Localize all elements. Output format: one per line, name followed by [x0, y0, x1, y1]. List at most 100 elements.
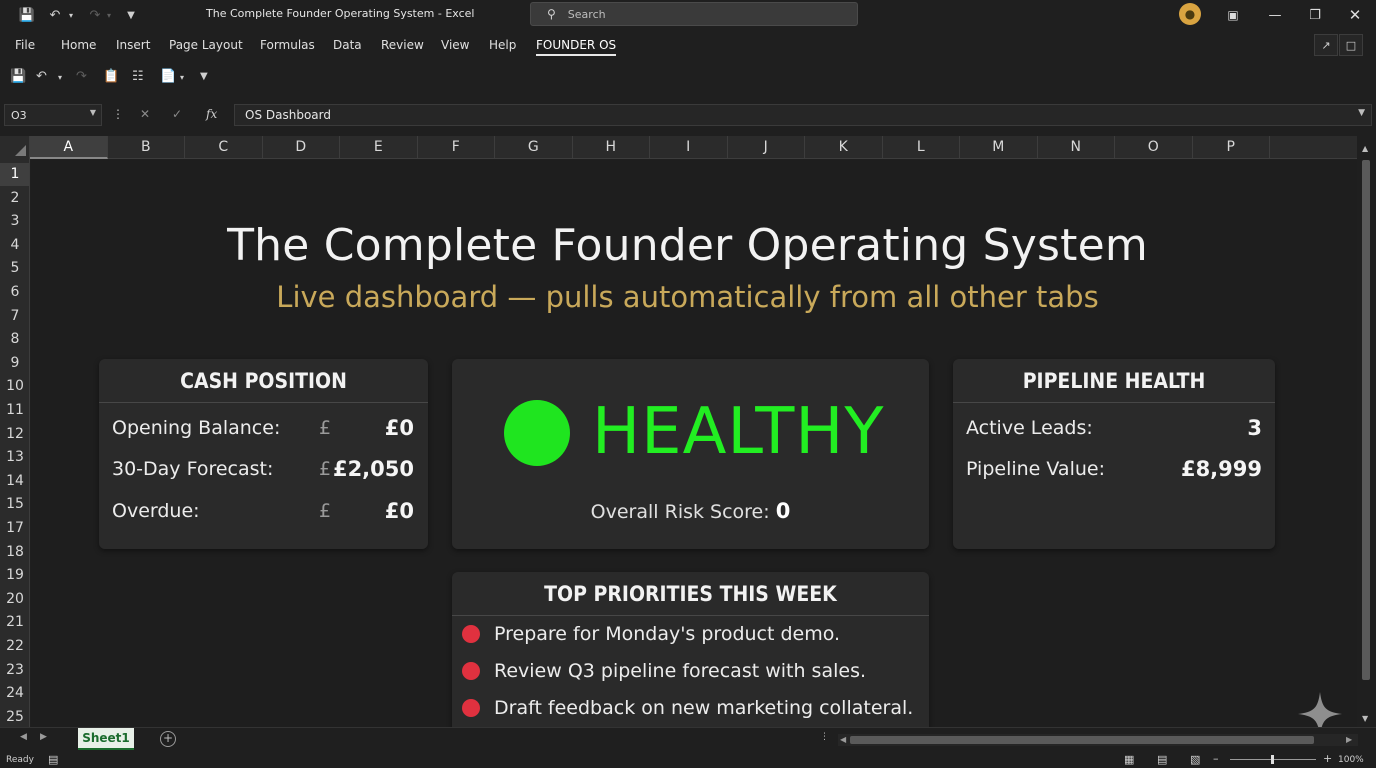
tab-formulas[interactable]: Formulas — [260, 38, 315, 52]
row-header-2[interactable]: 2 — [0, 187, 29, 210]
undo-dropdown-icon[interactable]: ▾ — [66, 0, 76, 30]
select-all-button[interactable] — [0, 136, 30, 159]
row-header-3[interactable]: 3 — [0, 210, 29, 233]
tab-insert[interactable]: Insert — [116, 38, 150, 52]
row-header-11[interactable]: 11 — [0, 399, 29, 422]
search-box[interactable]: ⚲ Search — [530, 2, 858, 26]
row-header-20[interactable]: 20 — [0, 588, 29, 611]
scroll-right-icon[interactable]: ▶ — [1346, 735, 1352, 744]
undo-dropdown-icon[interactable]: ▾ — [58, 73, 62, 82]
undo-icon[interactable]: ↶ — [36, 69, 47, 84]
row-header-13[interactable]: 13 — [0, 446, 29, 469]
row-header-25[interactable]: 25 — [0, 706, 29, 727]
name-box[interactable]: O3 ▼ — [4, 104, 102, 126]
row-header-4[interactable]: 4 — [0, 234, 29, 257]
customize-toolbar-icon[interactable]: ▼ — [200, 71, 208, 82]
row-header-10[interactable]: 10 — [0, 375, 29, 398]
save-icon[interactable]: 💾 — [18, 0, 36, 30]
page-break-view-icon[interactable]: ▧ — [1190, 753, 1200, 766]
tab-file[interactable]: File — [15, 38, 35, 52]
sheet-canvas[interactable]: The Complete Founder Operating System Li… — [31, 160, 1357, 727]
row-header-12[interactable]: 12 — [0, 423, 29, 446]
redo-icon[interactable]: ↷ — [76, 69, 87, 84]
tab-home[interactable]: Home — [61, 38, 96, 52]
column-header-i[interactable]: I — [650, 136, 728, 159]
column-header-o[interactable]: O — [1115, 136, 1193, 159]
formula-input[interactable]: OS Dashboard ▼ — [234, 104, 1372, 126]
zoom-in-icon[interactable]: + — [1323, 752, 1332, 765]
row-header-14[interactable]: 14 — [0, 470, 29, 493]
chevron-down-icon[interactable]: ▼ — [90, 108, 96, 117]
row-header-5[interactable]: 5 — [0, 257, 29, 280]
customize-toolbar-icon[interactable]: ▼ — [124, 0, 138, 30]
zoom-slider-thumb[interactable] — [1271, 755, 1274, 764]
column-header-h[interactable]: H — [573, 136, 650, 159]
tab-splitter-icon[interactable]: ⋮ — [820, 732, 829, 742]
zoom-level[interactable]: 100% — [1338, 755, 1364, 765]
column-header-m[interactable]: M — [960, 136, 1038, 159]
row-header-1[interactable]: 1 — [0, 163, 29, 186]
enter-icon[interactable]: ✓ — [172, 107, 182, 121]
redo-dropdown-icon[interactable]: ▾ — [104, 0, 114, 30]
sheet-tab-sheet1[interactable]: Sheet1 — [78, 728, 134, 750]
column-header-a[interactable]: A — [30, 136, 108, 159]
normal-view-icon[interactable]: ▦ — [1124, 753, 1134, 766]
form-icon[interactable]: ☷ — [132, 69, 144, 84]
paste-icon[interactable]: 📋 — [103, 69, 119, 84]
column-header-k[interactable]: K — [805, 136, 883, 159]
close-button[interactable]: ✕ — [1332, 0, 1376, 30]
row-header-8[interactable]: 8 — [0, 328, 29, 351]
share-icon[interactable]: ↗ — [1314, 34, 1338, 56]
page-layout-view-icon[interactable]: ▤ — [1157, 753, 1167, 766]
scroll-up-icon[interactable]: ▲ — [1362, 144, 1368, 153]
tab-data[interactable]: Data — [333, 38, 362, 52]
undo-icon[interactable]: ↶ — [46, 0, 64, 30]
row-header-24[interactable]: 24 — [0, 682, 29, 705]
row-header-9[interactable]: 9 — [0, 352, 29, 375]
row-header-7[interactable]: 7 — [0, 305, 29, 328]
new-file-icon[interactable]: 📄 — [160, 69, 176, 84]
vertical-scroll-thumb[interactable] — [1362, 160, 1370, 680]
horizontal-scrollbar[interactable]: ◀ ▶ — [838, 734, 1358, 746]
macro-record-icon[interactable]: ▤ — [48, 753, 58, 766]
tab-review[interactable]: Review — [381, 38, 424, 52]
insert-function-icon[interactable]: fx — [206, 107, 217, 121]
vertical-scrollbar[interactable]: ▲ ▼ — [1357, 136, 1376, 727]
column-header-d[interactable]: D — [263, 136, 340, 159]
column-header-b[interactable]: B — [108, 136, 185, 159]
row-header-21[interactable]: 21 — [0, 611, 29, 634]
tab-help[interactable]: Help — [489, 38, 516, 52]
tab-view[interactable]: View — [441, 38, 469, 52]
row-header-6[interactable]: 6 — [0, 281, 29, 304]
column-header-l[interactable]: L — [883, 136, 960, 159]
avatar[interactable]: ● — [1179, 3, 1201, 25]
expand-formula-icon[interactable]: ▼ — [1358, 108, 1365, 118]
comments-icon[interactable]: □ — [1339, 34, 1363, 56]
new-file-dropdown-icon[interactable]: ▾ — [180, 73, 184, 82]
column-header-g[interactable]: G — [495, 136, 573, 159]
tab-founder-os[interactable]: FOUNDER OS — [536, 38, 617, 56]
scroll-down-icon[interactable]: ▼ — [1362, 714, 1368, 723]
row-header-23[interactable]: 23 — [0, 659, 29, 682]
zoom-out-icon[interactable]: – — [1213, 752, 1219, 765]
cancel-icon[interactable]: ✕ — [140, 107, 150, 121]
scroll-left-icon[interactable]: ◀ — [840, 735, 846, 744]
tab-page-layout[interactable]: Page Layout — [169, 38, 243, 52]
column-header-f[interactable]: F — [418, 136, 495, 159]
horizontal-scroll-thumb[interactable] — [850, 736, 1314, 744]
column-header-p[interactable]: P — [1193, 136, 1270, 159]
column-header-c[interactable]: C — [185, 136, 263, 159]
add-sheet-button[interactable]: + — [160, 731, 176, 747]
ribbon-display-icon[interactable]: ▣ — [1210, 0, 1256, 30]
column-header-j[interactable]: J — [728, 136, 805, 159]
next-sheet-icon[interactable]: ▶ — [40, 732, 47, 742]
column-header-n[interactable]: N — [1038, 136, 1115, 159]
prev-sheet-icon[interactable]: ◀ — [20, 732, 27, 742]
row-header-18[interactable]: 18 — [0, 541, 29, 564]
column-header-e[interactable]: E — [340, 136, 418, 159]
row-header-17[interactable]: 17 — [0, 517, 29, 540]
save-icon[interactable]: 💾 — [10, 69, 26, 84]
row-header-19[interactable]: 19 — [0, 564, 29, 587]
row-header-22[interactable]: 22 — [0, 635, 29, 658]
more-options-icon[interactable]: ⋮ — [112, 107, 124, 121]
